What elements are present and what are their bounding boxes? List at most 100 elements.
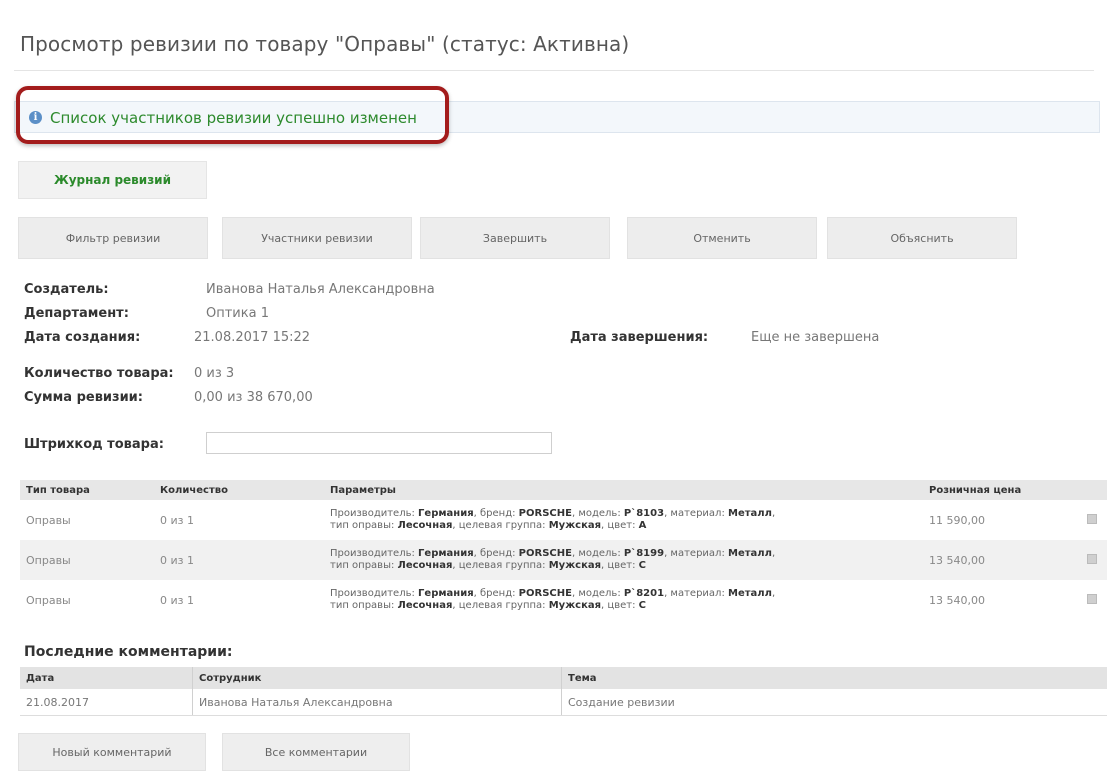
goods-type: Оправы	[26, 593, 71, 607]
goods-quantity: 0 из 1	[160, 513, 194, 527]
goods-quantity: 0 из 1	[160, 593, 194, 607]
created-date-value: 21.08.2017 15:22	[194, 330, 311, 345]
all-comments-button[interactable]: Все комментарии	[222, 733, 410, 771]
filter-revision-button[interactable]: Фильтр ревизии	[18, 217, 208, 259]
goods-params: Производитель: Германия, бренд: PORSCHE,…	[330, 508, 776, 531]
goods-type: Оправы	[26, 513, 71, 527]
column-params: Параметры	[324, 480, 923, 500]
param-label: цвет:	[607, 520, 636, 531]
param-color: C	[638, 560, 646, 571]
delete-icon[interactable]	[1087, 593, 1097, 604]
param-label: Производитель:	[330, 588, 415, 599]
param-brand: PORSCHE	[518, 508, 572, 519]
param-target: Мужская	[548, 520, 602, 531]
param-label: модель:	[578, 588, 621, 599]
goods-action	[1081, 500, 1107, 540]
goods-type: Оправы	[20, 540, 154, 580]
barcode-input[interactable]	[206, 432, 552, 454]
goods-params: Производитель: Германия, бренд: PORSCHE,…	[330, 588, 776, 611]
comments-title: Последние комментарии:	[24, 644, 233, 660]
param-target: Мужская	[548, 560, 602, 571]
param-label: целевая группа:	[458, 600, 546, 611]
finished-date-value: Еще не завершена	[751, 330, 880, 345]
param-model: P`8199	[623, 548, 665, 559]
comments-table-header: Дата Сотрудник Тема	[20, 667, 1107, 689]
param-label: материал:	[670, 548, 725, 559]
title-divider	[14, 70, 1094, 71]
goods-params: Производитель: Германия, бренд: PORSCHE,…	[324, 540, 923, 580]
param-label: бренд:	[479, 548, 516, 559]
param-label: тип оправы:	[330, 600, 395, 611]
param-label: Производитель:	[330, 548, 415, 559]
param-label: целевая группа:	[458, 520, 546, 531]
barcode-label: Штрихкод товара:	[24, 437, 164, 452]
param-model: P`8201	[623, 588, 665, 599]
param-label: модель:	[578, 548, 621, 559]
param-color: A	[638, 520, 647, 531]
comment-topic: Создание ревизии	[561, 689, 1107, 716]
comment-date: 21.08.2017	[20, 689, 193, 716]
comments-table: Дата Сотрудник Тема 21.08.2017 Иванова Н…	[20, 667, 1107, 716]
param-material: Металл	[728, 588, 772, 599]
delete-icon[interactable]	[1087, 513, 1097, 524]
param-label: бренд:	[479, 508, 516, 519]
goods-quantity: 0 из 1	[154, 540, 324, 580]
revision-participants-button[interactable]: Участники ревизии	[222, 217, 412, 259]
creator-value: Иванова Наталья Александровна	[206, 282, 435, 297]
param-label: тип оправы:	[330, 520, 395, 531]
param-frame-type: Лесочная	[397, 560, 453, 571]
param-label: цвет:	[607, 560, 636, 571]
goods-action	[1081, 580, 1107, 620]
param-target: Мужская	[548, 600, 602, 611]
column-actions	[1081, 480, 1107, 500]
column-topic: Тема	[561, 667, 1107, 689]
column-employee: Сотрудник	[192, 667, 562, 689]
new-comment-button[interactable]: Новый комментарий	[18, 733, 206, 771]
param-color: C	[638, 600, 646, 611]
created-date-label: Дата создания:	[24, 330, 141, 345]
param-frame-type: Лесочная	[397, 520, 453, 531]
table-row: Оправы 0 из 1 Производитель: Германия, б…	[20, 500, 1107, 540]
revision-sum-label: Сумма ревизии:	[24, 390, 143, 405]
param-manufacturer: Германия	[418, 508, 474, 519]
param-label: материал:	[670, 588, 725, 599]
delete-icon[interactable]	[1087, 553, 1097, 564]
notice-text: Список участников ревизии успешно измене…	[50, 109, 417, 127]
param-label: целевая группа:	[458, 560, 546, 571]
table-row: Оправы 0 из 1 Производитель: Германия, б…	[20, 580, 1107, 620]
revision-sum-value: 0,00 из 38 670,00	[194, 390, 313, 405]
finish-revision-button[interactable]: Завершить	[420, 217, 610, 259]
param-brand: PORSCHE	[518, 588, 572, 599]
goods-quantity-value: 0 из 3	[194, 366, 235, 381]
param-model: P`8103	[623, 508, 665, 519]
goods-table-header: Тип товара Количество Параметры Рознична…	[20, 480, 1107, 500]
column-type: Тип товара	[20, 480, 154, 500]
param-label: модель:	[578, 508, 621, 519]
param-manufacturer: Германия	[418, 548, 474, 559]
goods-price: 11 590,00	[929, 513, 985, 527]
explain-revision-button[interactable]: Объяснить	[827, 217, 1017, 259]
param-brand: PORSCHE	[518, 548, 572, 559]
comment-employee: Иванова Наталья Александровна	[192, 689, 562, 716]
goods-price: 13 540,00	[923, 540, 1081, 580]
param-label: бренд:	[479, 588, 516, 599]
param-label: цвет:	[607, 600, 636, 611]
param-manufacturer: Германия	[418, 588, 474, 599]
param-material: Металл	[728, 548, 772, 559]
goods-quantity-label: Количество товара:	[24, 366, 174, 381]
cancel-revision-button[interactable]: Отменить	[627, 217, 817, 259]
goods-price: 13 540,00	[929, 593, 985, 607]
department-value: Оптика 1	[206, 306, 269, 321]
creator-label: Создатель:	[24, 282, 109, 297]
finished-date-label: Дата завершения:	[570, 330, 709, 345]
page-title: Просмотр ревизии по товару "Оправы" (ста…	[20, 32, 630, 56]
table-row: Оправы 0 из 1 Производитель: Германия, б…	[20, 540, 1107, 580]
column-quantity: Количество	[154, 480, 324, 500]
param-frame-type: Лесочная	[397, 600, 453, 611]
column-date: Дата	[20, 667, 193, 689]
tab-revision-journal[interactable]: Журнал ревизий	[18, 161, 207, 199]
param-label: тип оправы:	[330, 560, 395, 571]
department-label: Департамент:	[24, 306, 129, 321]
table-row[interactable]: 21.08.2017 Иванова Наталья Александровна…	[20, 689, 1107, 716]
goods-action	[1081, 540, 1107, 580]
